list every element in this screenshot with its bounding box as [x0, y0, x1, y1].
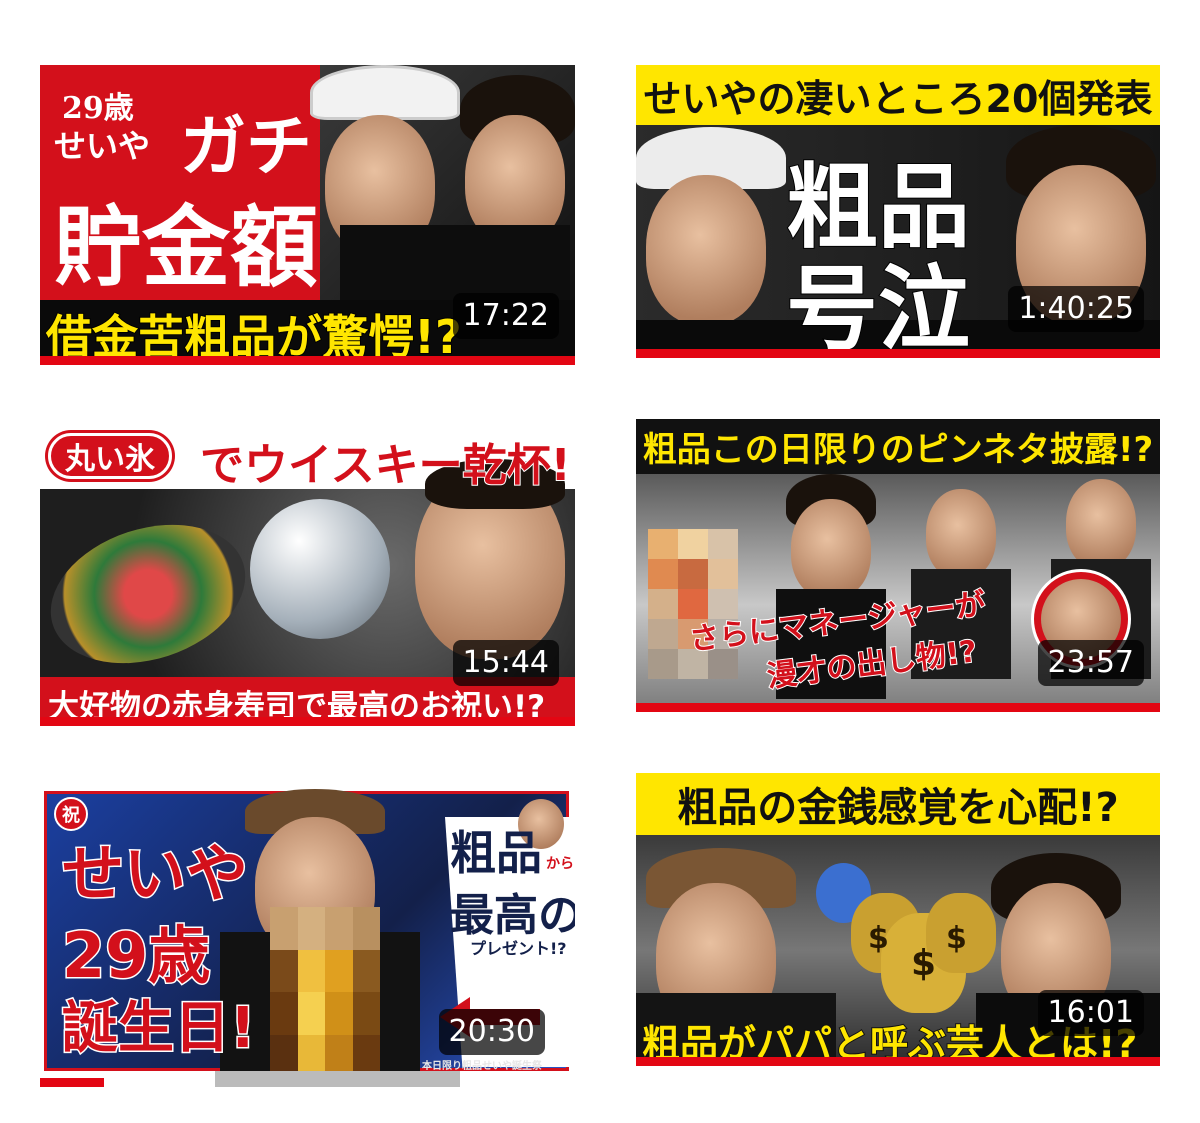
- pill-text: 丸い氷: [65, 442, 155, 477]
- video-thumbnail-5[interactable]: 祝 せいや 29歳 誕生日! 粗品 から 最高の プレゼント!? 本日限り粗品せ…: [40, 787, 575, 1087]
- duration-badge: 16:01: [1037, 990, 1144, 1036]
- duration-badge: 15:44: [452, 640, 559, 686]
- video-thumbnail-2[interactable]: せいやの凄いところ20個発表 粗品 号泣 1:40:25: [636, 65, 1160, 358]
- watch-progress-bar: [40, 717, 575, 726]
- top-caption: でウイスキー乾杯!: [199, 439, 572, 492]
- top-caption: せいやの凄いところ20個発表: [643, 76, 1153, 121]
- top-banner: 粗品この日限りのピンネタ披露!?: [636, 419, 1160, 474]
- duration-badge: 1:40:25: [1008, 286, 1144, 332]
- money-bag-icon: $: [911, 943, 937, 984]
- duration-badge: 20:30: [438, 1009, 545, 1055]
- video-thumbnail-1[interactable]: 29歳 せいや ガチ 貯金額 借金苦粗品が驚愕!? 17:22: [40, 65, 575, 365]
- mosaic-blur: [270, 907, 380, 1077]
- watch-progress-bar: [40, 356, 575, 365]
- video-thumbnail-6[interactable]: 粗品の金銭感覚を心配!? $ $ $ 粗品がパパと呼ぶ芸人とは!? 16:01: [636, 773, 1160, 1066]
- watch-progress-bar: [636, 703, 1160, 712]
- watch-progress-bar: [636, 349, 1160, 358]
- top-banner: せいやの凄いところ20個発表: [636, 65, 1160, 125]
- main-title: 貯金額: [54, 195, 319, 299]
- video-thumbnail-4[interactable]: 粗品この日限りのピンネタ披露!? さらにマネージャーが 漫才の出し物!? 23:…: [636, 419, 1160, 712]
- small-caption: 本日限り粗品せいや誕生祭: [422, 1061, 542, 1072]
- birthday-text: 誕生日!: [61, 995, 258, 1063]
- main-title-line2: 号泣: [785, 254, 971, 358]
- top-banner: 粗品の金銭感覚を心配!?: [636, 773, 1160, 835]
- watch-progress-bar: [40, 1078, 105, 1087]
- present-text: プレゼント!?: [470, 939, 567, 958]
- watch-progress-bar: [636, 1057, 1160, 1066]
- name-text: せいや: [54, 127, 151, 165]
- pill-label: 丸い氷: [48, 433, 172, 479]
- from-text-line2: 最高の: [450, 890, 575, 941]
- top-caption: 粗品の金銭感覚を心配!?: [677, 785, 1119, 831]
- video-thumbnail-3[interactable]: 丸い氷 でウイスキー乾杯! 大好物の赤身寿司で最高のお祝い!? 15:44: [40, 419, 575, 726]
- name-text: せいや: [60, 836, 249, 912]
- kara-text: から: [546, 856, 574, 872]
- gachi-text: ガチ: [180, 107, 312, 185]
- money-bag-icon: $: [946, 921, 967, 956]
- top-caption: 粗品この日限りのピンネタ披露!?: [642, 430, 1154, 470]
- money-bag-icon: $: [868, 921, 889, 956]
- duration-badge: 17:22: [452, 293, 559, 339]
- age-text: 29歳: [60, 918, 211, 994]
- from-text-line1: 粗品: [450, 826, 542, 880]
- duration-badge: 23:57: [1037, 640, 1144, 686]
